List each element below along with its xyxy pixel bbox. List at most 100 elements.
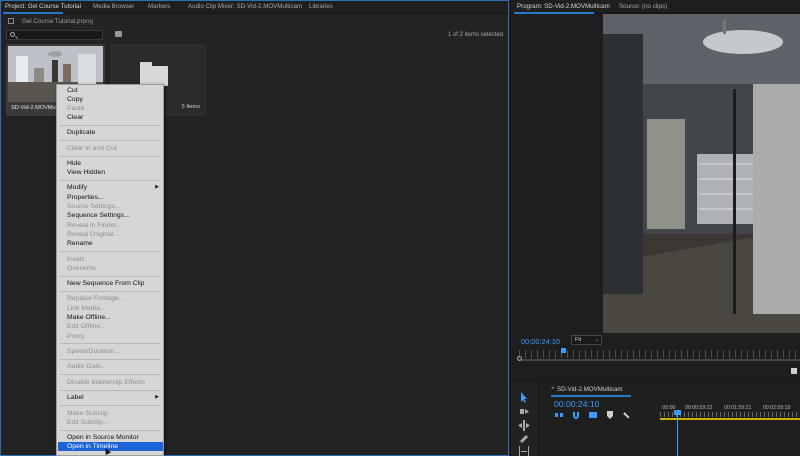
menu-item-label[interactable]: Label ▶ [58, 393, 163, 402]
menu-item-source-settings[interactable]: Source Settings... [58, 202, 163, 211]
menu-item-label: Modify [67, 184, 88, 191]
program-monitor-panel: Program: SD-Vid-2.MOVMulticam Source: (n… [511, 0, 800, 380]
menu-item-label-text: Label [67, 394, 84, 401]
new-bin-icon[interactable] [115, 31, 122, 37]
linked-selection-icon[interactable] [589, 411, 597, 419]
track-select-tool-icon[interactable] [518, 406, 530, 417]
zoom-fit-dropdown[interactable]: Fit ⌄ [571, 335, 602, 345]
tab-markers[interactable]: Markers [148, 3, 170, 10]
tab-audio-clip-mixer[interactable]: Audio Clip Mixer: SD-Vid-2.MOVMulticam [188, 3, 302, 10]
wrench-icon[interactable] [791, 368, 797, 374]
menu-item-cut[interactable]: Cut [58, 86, 163, 95]
menu-separator [60, 276, 161, 277]
menu-separator [60, 291, 161, 292]
program-video-frame[interactable] [603, 14, 800, 333]
menu-separator [60, 405, 161, 406]
bin-item-count: 5 Items [181, 104, 200, 110]
menu-item-view-hidden[interactable]: View Hidden [58, 168, 163, 177]
project-file-row: Gel Course Tutorial.prproj [0, 14, 509, 28]
program-scrub-bar[interactable] [519, 359, 800, 361]
menu-item-reveal-in-finder[interactable]: Reveal in Finder... [58, 221, 163, 230]
add-marker-icon[interactable] [606, 411, 614, 419]
menu-item-sequence-settings[interactable]: Sequence Settings... [58, 211, 163, 220]
menu-separator [60, 251, 161, 252]
menu-separator [60, 125, 161, 126]
program-playhead[interactable] [561, 348, 566, 353]
menu-separator [60, 343, 161, 344]
menu-item-clear-in-and-out[interactable]: Clear In and Out [58, 144, 163, 153]
submenu-arrow-icon: ▶ [155, 184, 159, 190]
menu-item-insert[interactable]: Insert [58, 255, 163, 264]
insert-sequence-as-nest-icon[interactable] [555, 411, 563, 419]
menu-separator [60, 140, 161, 141]
menu-item-hide[interactable]: Hide [58, 159, 163, 168]
menu-separator [60, 374, 161, 375]
menu-item-overwrite[interactable]: Overwrite [58, 264, 163, 273]
scrub-start-handle-icon[interactable] [517, 356, 522, 361]
selection-tool-icon[interactable] [518, 392, 530, 403]
menu-item-paste[interactable]: Paste [58, 104, 163, 113]
timeline-settings-wrench-icon[interactable] [622, 411, 630, 419]
timeline-work-area-bar[interactable] [660, 418, 800, 420]
search-icon [10, 32, 15, 37]
project-file-icon [8, 18, 14, 24]
menu-item-duplicate[interactable]: Duplicate [58, 128, 163, 137]
ruler-label: 00:00:59:22 [685, 405, 713, 411]
close-icon[interactable]: × [551, 386, 555, 392]
fit-value: Fit [575, 337, 582, 343]
ruler-label: 00:02:59:19 [763, 405, 791, 411]
menu-item-open-in-source-monitor[interactable]: Open in Source Monitor [58, 433, 163, 442]
tab-program[interactable]: Program: SD-Vid-2.MOVMulticam [517, 3, 610, 10]
menu-item-clear[interactable]: Clear [58, 113, 163, 122]
submenu-arrow-icon: ▶ [155, 394, 159, 400]
menu-separator [60, 180, 161, 181]
menu-item-new-sequence-from-clip[interactable]: New Sequence From Clip [58, 279, 163, 288]
timeline-time-ruler[interactable] [660, 412, 800, 417]
menu-item-open-in-timeline[interactable]: Open in Timeline [58, 442, 163, 451]
menu-item-proxy[interactable]: Proxy [58, 332, 163, 341]
menu-separator [60, 156, 161, 157]
timeline-timecode[interactable]: 00:00:24:10 [554, 399, 599, 409]
project-file-name: Gel Course Tutorial.prproj [22, 18, 93, 25]
menu-item-modify[interactable]: Modify ▶ [58, 183, 163, 192]
slip-tool-icon[interactable] [518, 446, 530, 456]
tab-project[interactable]: Project: Gel Course Tutorial [5, 3, 81, 10]
menu-item-audio-gain[interactable]: Audio Gain... [58, 362, 163, 371]
tools-panel [511, 382, 539, 456]
snap-icon[interactable] [572, 411, 580, 419]
menu-item-reveal-original[interactable]: Reveal Original... [58, 230, 163, 239]
menu-item-replace-footage[interactable]: Replace Footage... [58, 294, 163, 303]
chevron-down-icon: ⌄ [594, 337, 599, 343]
program-timecode[interactable]: 00:00:24:10 [521, 337, 560, 346]
menu-separator [60, 359, 161, 360]
razor-tool-icon[interactable] [518, 433, 530, 444]
menu-item-properties[interactable]: Properties... [58, 193, 163, 202]
ruler-label: 00:01:59:21 [724, 405, 752, 411]
menu-item-copy[interactable]: Copy [58, 95, 163, 104]
search-input[interactable] [17, 31, 101, 39]
menu-separator [60, 430, 161, 431]
items-selected-count: 1 of 2 items selected [447, 32, 503, 38]
search-box[interactable] [6, 30, 103, 40]
ripple-edit-tool-icon[interactable] [518, 420, 530, 431]
context-menu: Cut Copy Paste Clear Duplicate Clear In … [56, 84, 164, 456]
active-tab-indicator [551, 395, 631, 397]
menu-item-link-media[interactable]: Link Media... [58, 304, 163, 313]
menu-item-rename[interactable]: Rename [58, 239, 163, 248]
menu-item-label: Proxy [67, 333, 85, 340]
project-tab-bar: Project: Gel Course Tutorial Media Brows… [0, 0, 509, 14]
menu-item-make-offline[interactable]: Make Offline... [58, 313, 163, 322]
menu-item-edit-subclip[interactable]: Edit Subclip... [58, 418, 163, 427]
active-tab-indicator [514, 12, 594, 14]
program-tab-bar: Program: SD-Vid-2.MOVMulticam Source: (n… [511, 0, 800, 14]
menu-item-disable-masterclip-effects[interactable]: Disable Masterclip Effects [58, 378, 163, 387]
folder-icon [140, 62, 168, 86]
menu-item-speed-duration[interactable]: Speed/Duration... [58, 347, 163, 356]
menu-item-edit-offline[interactable]: Edit Offline... [58, 322, 163, 331]
tab-libraries[interactable]: Libraries [309, 3, 333, 10]
timeline-playhead-line[interactable] [677, 410, 678, 456]
tab-source[interactable]: Source: (no clips) [619, 3, 667, 10]
tab-media-browser[interactable]: Media Browser [93, 3, 134, 10]
tab-timeline-sequence[interactable]: SD-Vid-2.MOVMulticam [557, 386, 623, 393]
menu-item-make-subclip[interactable]: Make Subclip [58, 409, 163, 418]
